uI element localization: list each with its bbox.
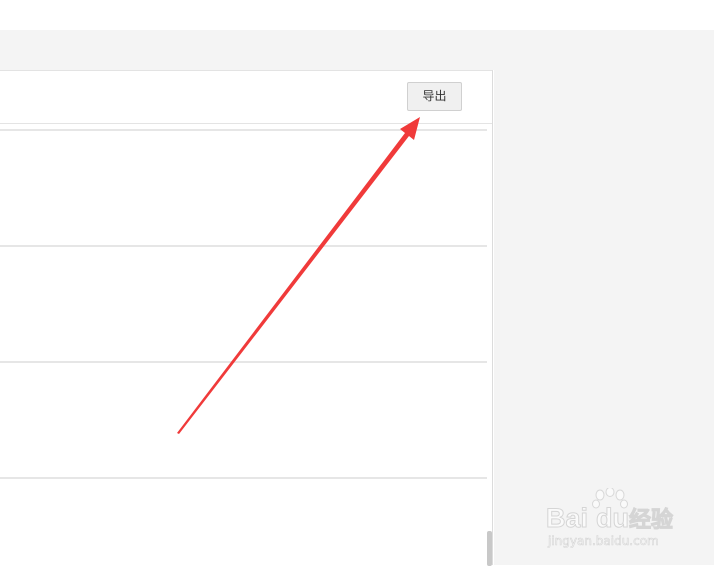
watermark-url: jingyan.baidu.com <box>548 534 659 549</box>
scrollbar-thumb[interactable] <box>487 531 492 566</box>
watermark-brand-cn: 经验 <box>629 507 674 533</box>
baidu-watermark: Bai du经验 jingyan.baidu.com <box>545 488 706 558</box>
header-band <box>0 30 714 70</box>
watermark-brand-bai: Bai <box>545 503 589 534</box>
table-row-divider <box>0 245 487 247</box>
content-panel: 导出 <box>0 70 493 566</box>
export-button[interactable]: 导出 <box>407 82 462 111</box>
top-strip <box>0 0 714 30</box>
panel-toolbar: 导出 <box>0 71 492 124</box>
watermark-brand: Bai du经验 <box>545 502 674 534</box>
table-row-divider <box>0 361 487 363</box>
table-row-divider <box>0 129 487 131</box>
table-row-divider <box>0 477 487 479</box>
watermark-brand-du: du <box>596 503 630 534</box>
